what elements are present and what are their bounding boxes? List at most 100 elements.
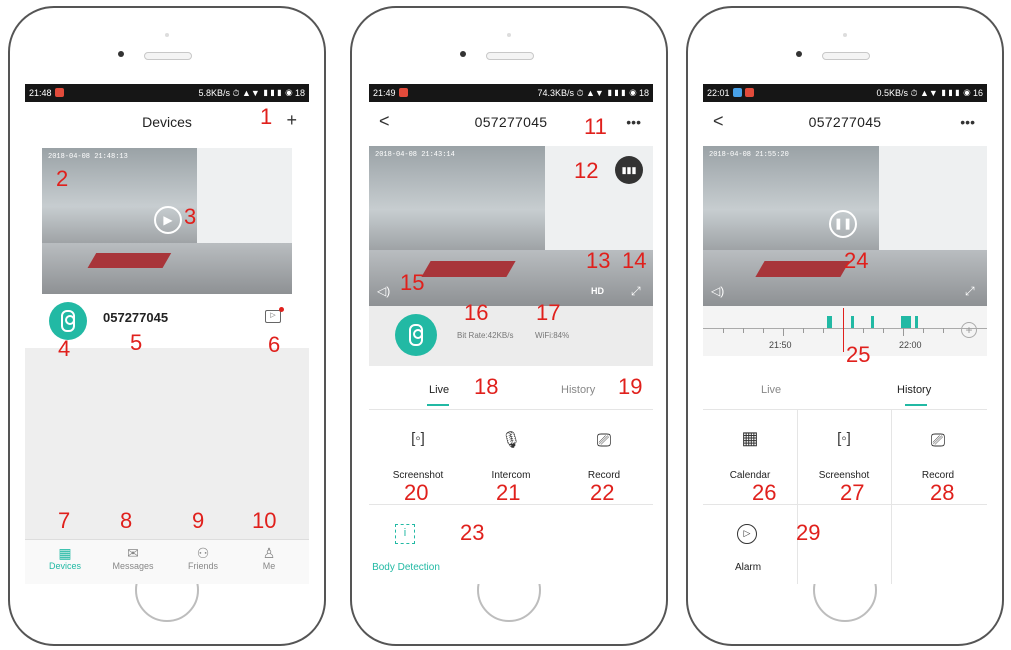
user-icon: ♙	[262, 545, 276, 561]
tab-label: Friends	[187, 561, 218, 571]
marker-7: 7	[58, 508, 71, 533]
timeline-tick	[943, 328, 944, 333]
timeline-tick	[923, 328, 924, 333]
timeline-tick	[783, 328, 784, 336]
marker-26: 26	[752, 480, 777, 505]
friends-icon: ⚇	[196, 545, 210, 561]
marker-1: 1	[260, 104, 273, 129]
tab-history-underline	[905, 404, 927, 406]
tab-friends[interactable]: ⚇ Friends	[173, 545, 233, 571]
status-right: 5.8KB/s ⏱ ▲▼ ▮▮▮ ◉ 18	[198, 88, 305, 98]
plus-icon[interactable]: +	[286, 110, 297, 131]
body-detection-icon[interactable]: i	[395, 524, 415, 544]
timeline-tick	[763, 328, 764, 333]
marker-16: 16	[464, 300, 489, 325]
more-icon[interactable]: •••	[626, 114, 641, 130]
navbar: < 057277045 •••	[369, 102, 653, 146]
recording-segment[interactable]	[915, 316, 918, 328]
status-bar: 21:49 74.3KB/s ⏱ ▲▼ ▮▮▮ ◉ 18	[369, 84, 653, 102]
tab-live[interactable]: Live	[429, 384, 449, 396]
marker-24: 24	[844, 248, 869, 273]
battery-icon: ▮▮▮	[615, 156, 643, 184]
recording-segment[interactable]	[901, 316, 911, 328]
tab-messages[interactable]: ✉ Messages	[103, 545, 163, 571]
tab-history[interactable]: History	[561, 384, 595, 396]
screenshot-icon[interactable]: [◦]	[373, 430, 463, 447]
pause-icon[interactable]: ❚❚	[829, 210, 857, 238]
marker-29: 29	[796, 520, 821, 545]
calendar-button[interactable]: Calendar	[705, 470, 795, 481]
tab-live-underline	[427, 404, 449, 406]
speaker-icon[interactable]: ◁)	[711, 284, 724, 298]
navbar: < 057277045 •••	[703, 102, 987, 146]
tab-live[interactable]: Live	[761, 384, 781, 396]
recording-segment[interactable]	[827, 316, 832, 328]
marker-15: 15	[400, 270, 425, 295]
hd-toggle[interactable]: HD	[591, 286, 604, 296]
speaker	[144, 52, 192, 60]
video-preview[interactable]: 2018-04-08 21:48:13 ▶	[42, 148, 292, 294]
body-detection-button[interactable]: Body Detection	[369, 562, 443, 573]
sensor	[843, 33, 847, 37]
tab-label: Me	[262, 561, 276, 571]
sensor	[507, 33, 511, 37]
marker-20: 20	[404, 480, 429, 505]
speaker-icon[interactable]: ◁)	[377, 284, 390, 298]
tab-devices[interactable]: ▦ Devices	[35, 545, 95, 571]
timeline-tick	[743, 328, 744, 333]
marker-10: 10	[252, 508, 277, 533]
timeline-label-2200: 22:00	[899, 340, 922, 350]
timeline-tick	[863, 328, 864, 333]
alarm-icon[interactable]: ▷	[737, 524, 757, 544]
recording-segment[interactable]	[851, 316, 854, 328]
marker-5: 5	[130, 330, 143, 355]
page-title: 057277045	[808, 114, 882, 130]
fullscreen-icon[interactable]: ⤢	[965, 284, 975, 299]
timeline-cursor[interactable]	[843, 308, 844, 352]
more-icon[interactable]: •••	[960, 114, 975, 130]
phone-history: 22:01 0.5KB/s ⏱ ▲▼ ▮▮▮ ◉ 16 < 057277045 …	[686, 6, 1004, 646]
fullscreen-icon[interactable]: ⤢	[631, 284, 641, 299]
marker-6: 6	[268, 332, 281, 357]
wifi-strength: WiFi:84%	[535, 331, 570, 340]
recording-segment[interactable]	[871, 316, 874, 328]
marker-25: 25	[846, 342, 871, 367]
record-icon[interactable]: ⎚	[893, 430, 983, 451]
notification-dot	[279, 307, 284, 312]
front-camera	[118, 51, 124, 57]
marker-9: 9	[192, 508, 205, 533]
zoom-in-icon[interactable]: +	[961, 322, 977, 338]
record-icon[interactable]: ⎚	[559, 430, 649, 451]
timeline-tick	[883, 328, 884, 333]
alarm-button[interactable]: Alarm	[703, 562, 793, 573]
microphone-icon[interactable]: 🎙	[466, 430, 556, 450]
timeline-axis	[703, 328, 987, 329]
camera-icon	[409, 324, 423, 346]
marker-18: 18	[474, 374, 499, 399]
playback-timeline[interactable]: 21:50 22:00 +	[703, 306, 987, 356]
grid-icon: ▦	[58, 545, 72, 561]
marker-17: 17	[536, 300, 561, 325]
calendar-icon[interactable]: ▦	[705, 428, 795, 449]
tab-divider	[369, 409, 653, 410]
device-name[interactable]: 057277045	[103, 310, 168, 325]
speaker	[822, 52, 870, 60]
front-camera	[796, 51, 802, 57]
page-title: 057277045	[474, 114, 548, 130]
status-right: 0.5KB/s ⏱ ▲▼ ▮▮▮ ◉ 16	[876, 88, 983, 98]
timeline-tick	[823, 328, 824, 333]
tab-me[interactable]: ♙ Me	[239, 545, 299, 571]
marker-13: 13	[586, 248, 611, 273]
playback-video[interactable]: 2018-04-08 21:55:20 ❚❚ ⤢ ◁)	[703, 146, 987, 306]
app-icon	[398, 88, 408, 97]
screenshot-icon[interactable]: [◦]	[799, 430, 889, 447]
app-icon	[744, 88, 754, 97]
video-carpet	[421, 261, 516, 278]
playback-icon[interactable]: ▷	[265, 307, 284, 323]
status-time: 22:01	[707, 84, 754, 102]
play-icon[interactable]: ▶	[154, 206, 182, 234]
tab-history[interactable]: History	[897, 384, 931, 396]
phone-devices: 21:48 5.8KB/s ⏱ ▲▼ ▮▮▮ ◉ 18 Devices + 20…	[8, 6, 326, 646]
tab-label: Devices	[48, 561, 81, 571]
status-time: 21:49	[373, 84, 408, 102]
